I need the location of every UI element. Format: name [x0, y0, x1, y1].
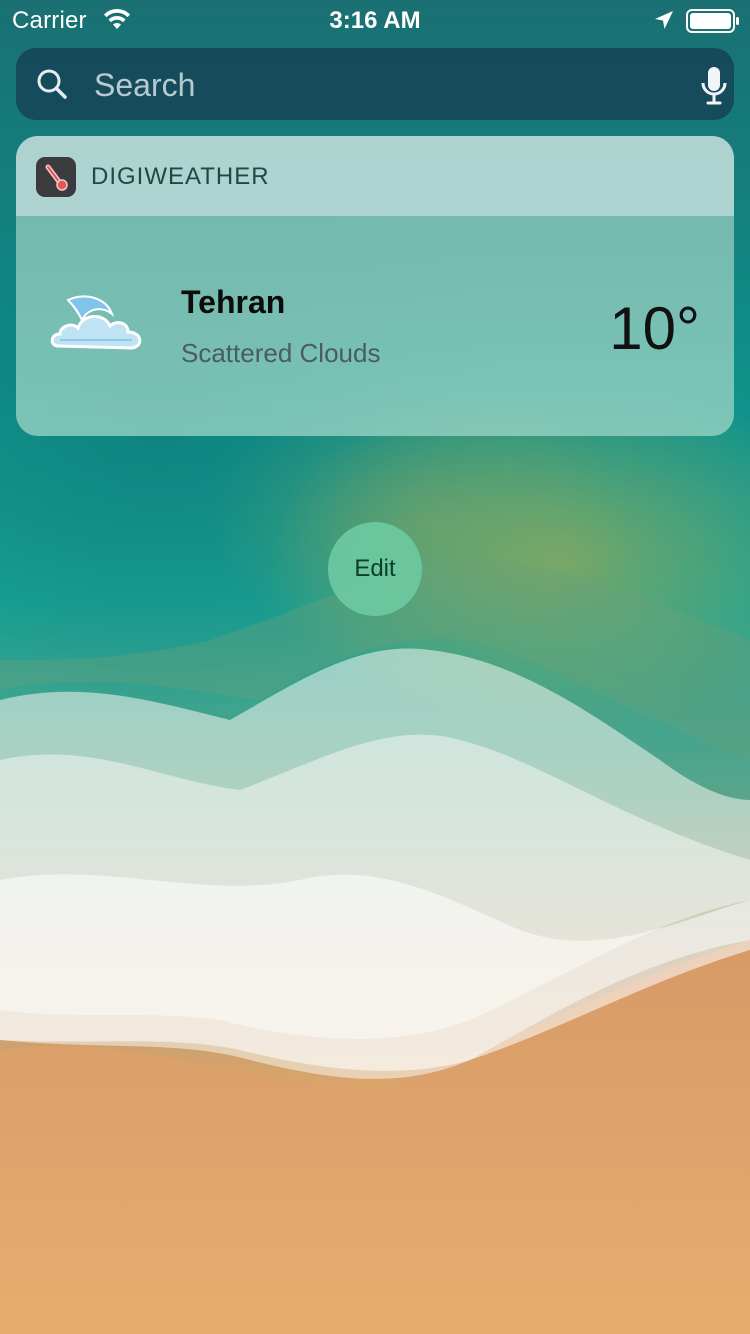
widget-header[interactable]: DIGIWEATHER — [16, 136, 734, 216]
weather-condition: Scattered Clouds — [181, 338, 381, 368]
location-arrow-icon — [653, 9, 675, 38]
battery-icon — [686, 9, 740, 40]
weather-widget[interactable]: DIGIWEATHER Tehran Scattered Clouds 10° — [16, 136, 734, 436]
moon-cloud-icon — [50, 292, 146, 361]
widget-body[interactable]: Tehran Scattered Clouds 10° — [16, 216, 734, 436]
city-name: Tehran — [181, 284, 286, 320]
search-icon — [36, 68, 68, 105]
widget-app-name: DIGIWEATHER — [91, 163, 270, 190]
temperature-value: 10° — [609, 295, 700, 362]
thermometer-icon — [36, 157, 76, 197]
status-time: 3:16 AM — [329, 7, 421, 34]
microphone-icon[interactable] — [700, 66, 728, 111]
search-placeholder: Search — [94, 67, 196, 103]
search-bar[interactable]: Search — [16, 48, 734, 120]
edit-button[interactable]: Edit — [328, 522, 422, 616]
status-bar: Carrier 3:16 AM — [0, 0, 750, 40]
